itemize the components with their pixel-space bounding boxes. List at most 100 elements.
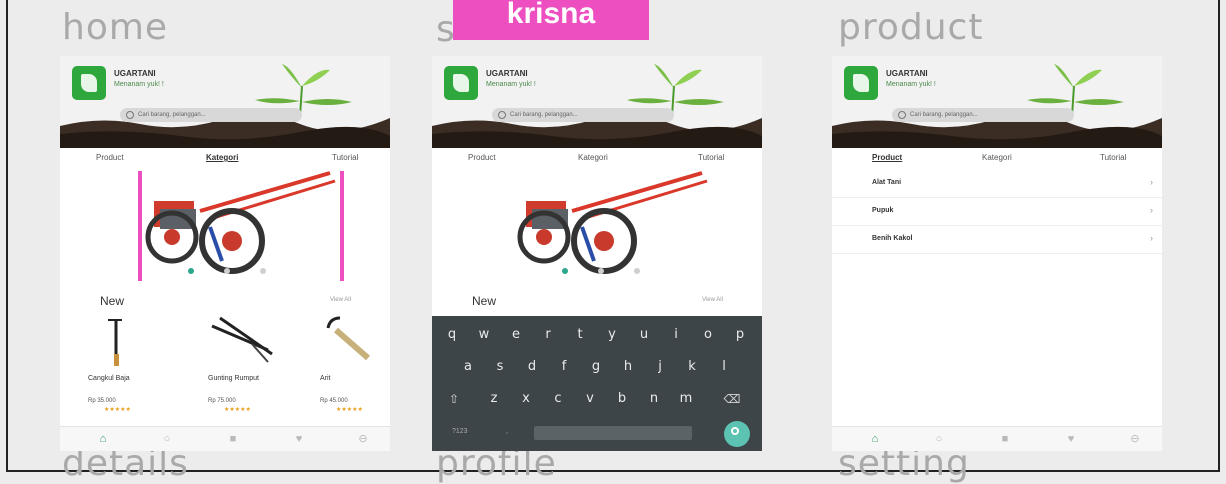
product-price: Rp 75.000 [208, 398, 236, 404]
label-setting: setting [838, 443, 970, 484]
category-label: Benih Kakol [872, 235, 913, 242]
carousel-dot[interactable] [260, 268, 266, 274]
keyboard-search-icon[interactable] [724, 421, 750, 447]
search-icon [898, 111, 906, 119]
section-title-new: New [100, 294, 125, 308]
shears-icon [211, 316, 273, 363]
tab-kategori[interactable]: Kategori [982, 153, 1012, 162]
home-icon[interactable]: ⌂ [868, 433, 882, 445]
product-price: Rp 45.000 [320, 398, 348, 404]
search-placeholder: Cari barang, pelanggan... [910, 112, 978, 118]
comma-key[interactable]: , [506, 428, 508, 435]
carousel-dot[interactable] [562, 268, 568, 274]
bag-icon[interactable]: ■ [226, 433, 240, 445]
tab-kategori[interactable]: Kategori [578, 153, 608, 162]
bag-icon[interactable]: ■ [998, 433, 1012, 445]
brand-tagline: Menanam yuk! ! [886, 81, 936, 88]
symbols-key[interactable]: ?123 [452, 428, 468, 435]
key[interactable]: m [674, 388, 698, 410]
key[interactable]: z [482, 388, 506, 410]
tab-tutorial[interactable]: Tutorial [1100, 153, 1126, 162]
hero-carousel[interactable] [432, 171, 762, 281]
key[interactable]: p [728, 324, 752, 346]
product-card[interactable]: Cangkul Baja Rp 35.000 ★★★★★ [88, 314, 168, 414]
key[interactable]: a [456, 356, 480, 378]
chevron-right-icon: › [1150, 205, 1153, 215]
tab-kategori[interactable]: Kategori [206, 153, 238, 162]
screen-home: UGARTANI Menanam yuk! ! Cari barang, pel… [60, 56, 390, 451]
key[interactable]: u [632, 324, 656, 346]
tab-product[interactable]: Product [96, 153, 124, 162]
key[interactable]: k [680, 356, 704, 378]
key[interactable]: v [578, 388, 602, 410]
heart-icon[interactable]: ♥ [292, 433, 306, 445]
search-icon [126, 111, 134, 119]
view-all-link[interactable]: View All [330, 297, 351, 303]
profile-icon[interactable]: ⊖ [356, 433, 370, 445]
label-profile: profile [436, 443, 557, 484]
key[interactable]: q [440, 324, 464, 346]
heart-icon[interactable]: ♥ [1064, 433, 1078, 445]
view-all-link[interactable]: View All [702, 297, 723, 303]
tab-tutorial[interactable]: Tutorial [332, 153, 358, 162]
key[interactable]: o [696, 324, 720, 346]
hero-banner: UGARTANI Menanam yuk! ! Cari barang, pel… [432, 56, 762, 148]
search-icon[interactable]: ○ [160, 433, 174, 445]
app-logo-icon [844, 66, 878, 100]
tractor-image [138, 167, 344, 288]
carousel-dot[interactable] [188, 268, 194, 274]
key[interactable]: j [648, 356, 672, 378]
carousel-indicators [188, 268, 268, 276]
hero-carousel[interactable] [60, 167, 390, 288]
tab-bar: Product Kategori Tutorial [432, 153, 762, 169]
key[interactable]: n [642, 388, 666, 410]
key[interactable]: s [488, 356, 512, 378]
key[interactable]: w [472, 324, 496, 346]
bottom-nav: ⌂ ○ ■ ♥ ⊖ [832, 426, 1162, 451]
product-card[interactable]: Gunting Rumput Rp 75.000 ★★★★★ [208, 314, 288, 414]
label-product: product [838, 7, 984, 48]
key[interactable]: r [536, 324, 560, 346]
carousel-dot[interactable] [598, 268, 604, 274]
key[interactable]: l [712, 356, 736, 378]
product-name: Gunting Rumput [208, 375, 259, 382]
key[interactable]: g [584, 356, 608, 378]
product-card[interactable]: Arit Rp 45.000 ★★★★★ [320, 314, 390, 414]
list-item[interactable]: Alat Tani › [832, 171, 1162, 198]
key[interactable]: f [552, 356, 576, 378]
profile-icon[interactable]: ⊖ [1128, 433, 1142, 445]
key[interactable]: h [616, 356, 640, 378]
tab-product[interactable]: Product [468, 153, 496, 162]
keyboard-row: q w e r t y u i o p [432, 324, 762, 346]
shift-key-icon[interactable]: ⇧ [442, 388, 466, 410]
carousel-dot[interactable] [224, 268, 230, 274]
key[interactable]: e [504, 324, 528, 346]
search-input[interactable]: Cari barang, pelanggan... [492, 108, 674, 122]
tab-tutorial[interactable]: Tutorial [698, 153, 724, 162]
label-home: home [62, 7, 169, 48]
search-input[interactable]: Cari barang, pelanggan... [892, 108, 1074, 122]
list-item[interactable]: Benih Kakol › [832, 227, 1162, 254]
hero-banner: UGARTANI Menanam yuk! ! Cari barang, pel… [832, 56, 1162, 148]
key[interactable]: x [514, 388, 538, 410]
key[interactable]: y [600, 324, 624, 346]
key[interactable]: b [610, 388, 634, 410]
space-bar[interactable] [534, 426, 692, 440]
search-icon[interactable]: ○ [932, 433, 946, 445]
tab-bar: Product Kategori Tutorial [60, 153, 390, 169]
backspace-key-icon[interactable]: ⌫ [720, 388, 744, 410]
list-item[interactable]: Pupuk › [832, 199, 1162, 226]
keyboard-row: a s d f g h j k l [432, 356, 762, 378]
key[interactable]: d [520, 356, 544, 378]
tractor-image [517, 171, 708, 274]
carousel-dot[interactable] [634, 268, 640, 274]
key[interactable]: c [546, 388, 570, 410]
key[interactable]: i [664, 324, 688, 346]
app-logo-icon [444, 66, 478, 100]
key[interactable]: t [568, 324, 592, 346]
annotation-tag: krisna [453, 0, 649, 40]
home-icon[interactable]: ⌂ [96, 433, 110, 445]
tab-product[interactable]: Product [872, 153, 902, 162]
tab-bar: Product Kategori Tutorial [832, 153, 1162, 169]
search-input[interactable]: Cari barang, pelanggan... [120, 108, 302, 122]
